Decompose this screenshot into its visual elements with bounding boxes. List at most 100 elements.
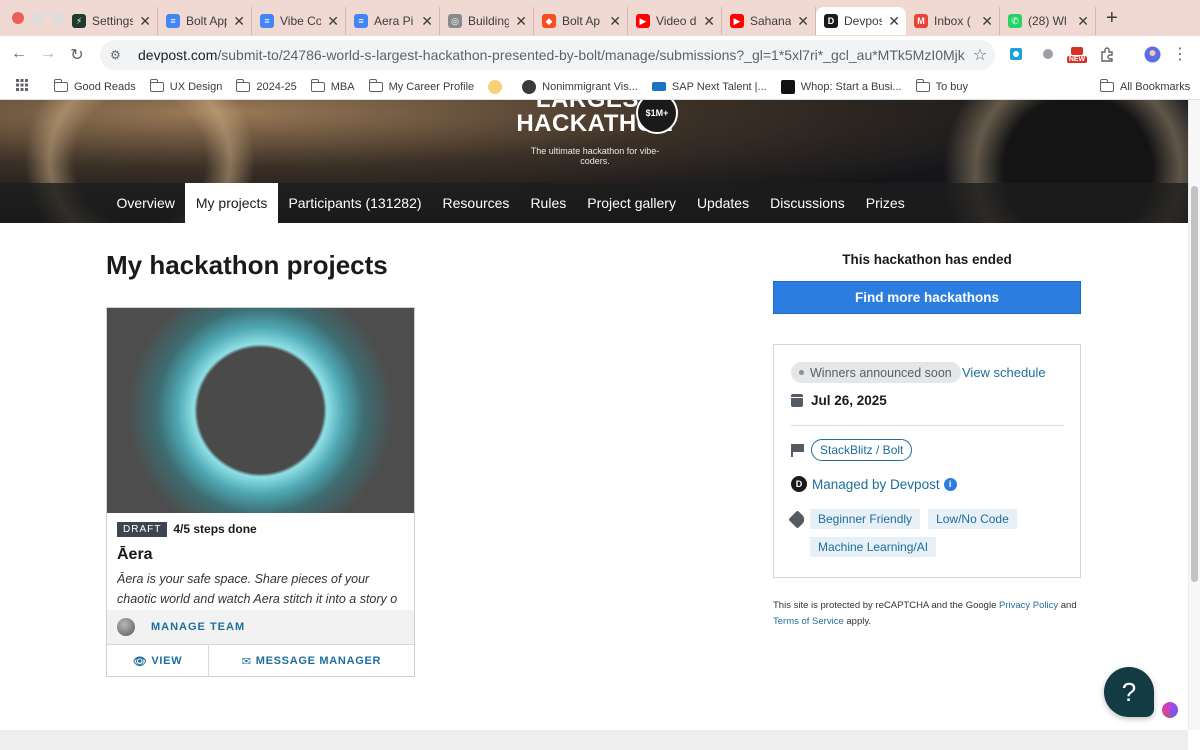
bookmark-star-icon[interactable]: ☆	[965, 45, 995, 65]
manage-team-link[interactable]: MANAGE TEAM	[151, 621, 245, 633]
address-bar[interactable]: ⚙ devpost.com/submit-to/24786-world-s-la…	[100, 40, 995, 70]
close-tab-icon[interactable]: ✕	[1077, 13, 1089, 30]
team-row: MANAGE TEAM	[107, 610, 414, 644]
close-tab-icon[interactable]: ✕	[139, 13, 151, 30]
bookmark-item[interactable]: Nonimmigrant Vis...	[522, 79, 638, 94]
close-tab-icon[interactable]: ✕	[515, 13, 527, 30]
page-title: My hackathon projects	[106, 250, 388, 280]
info-icon[interactable]: i	[943, 477, 957, 491]
forward-button[interactable]: →	[33, 45, 63, 63]
nav-tab[interactable]: Resources	[432, 183, 520, 223]
url-text[interactable]: devpost.com/submit-to/24786-world-s-larg…	[138, 47, 965, 63]
tab-title: (28) Wl	[1028, 14, 1067, 28]
tab-favicon-icon: ◎	[448, 14, 462, 28]
browser-tab[interactable]: ▶ Video d ✕	[628, 7, 722, 35]
extensions-puzzle-icon[interactable]	[1098, 44, 1116, 64]
help-chat-button[interactable]: ?	[1104, 667, 1154, 717]
minimize-window-button[interactable]	[32, 12, 44, 24]
divider	[791, 425, 1064, 426]
browser-tab[interactable]: M Inbox (✕	[906, 7, 1000, 35]
maximize-window-button[interactable]	[52, 12, 64, 24]
close-tab-icon[interactable]: ✕	[797, 13, 809, 30]
extension-icon[interactable]	[1008, 44, 1024, 64]
close-window-button[interactable]	[12, 12, 24, 24]
close-tab-icon[interactable]: ✕	[703, 13, 715, 30]
theme-tag[interactable]: Low/No Code	[928, 509, 1017, 529]
nav-tab[interactable]: Updates	[686, 183, 759, 223]
bookmark-label: Good Reads	[74, 80, 136, 93]
message-manager-button[interactable]: ✉ MESSAGE MANAGER	[209, 645, 414, 677]
apps-grid-icon[interactable]	[16, 79, 30, 94]
bookmark-item[interactable]	[488, 79, 508, 94]
managed-by-row: D Managed by Devpost i	[791, 476, 957, 492]
terms-of-service-link[interactable]: Terms of Service	[773, 616, 844, 627]
bookmark-item[interactable]: SAP Next Talent |...	[651, 81, 767, 93]
new-extension-icon[interactable]: NEW	[1064, 44, 1090, 64]
folder-icon	[310, 78, 325, 92]
close-tab-icon[interactable]: ✕	[421, 13, 433, 30]
bookmark-label: 2024-25	[256, 80, 297, 93]
folder-icon	[236, 78, 251, 92]
browser-tab[interactable]: ≡ Bolt App ✕	[158, 7, 252, 35]
window-controls	[0, 12, 64, 24]
reload-button[interactable]: ↻	[62, 45, 92, 65]
privacy-policy-link[interactable]: Privacy Policy	[999, 600, 1058, 611]
nav-tab[interactable]: Overview	[106, 183, 185, 223]
view-schedule-link[interactable]: View schedule	[962, 365, 1046, 380]
browser-tab[interactable]: ≡ Aera Pi ✕	[346, 7, 440, 35]
bookmark-item[interactable]: Good Reads	[54, 78, 136, 93]
host-link[interactable]: StackBlitz / Bolt	[811, 439, 913, 461]
nav-tab[interactable]: My projects	[185, 183, 278, 223]
tab-favicon-icon: D	[824, 14, 838, 28]
team-member-avatar[interactable]	[117, 618, 135, 636]
bookmark-item[interactable]: My Career Profile	[368, 78, 474, 93]
browser-tab[interactable]: ◆ Bolt Ap ✕	[534, 7, 628, 35]
nav-tab[interactable]: Project gallery	[577, 183, 687, 223]
theme-tag[interactable]: Beginner Friendly	[810, 509, 921, 529]
scrollbar-thumb[interactable]	[1191, 186, 1198, 582]
browser-menu-icon[interactable]: ⋮	[1172, 44, 1188, 64]
page-scrollbar[interactable]	[1188, 100, 1200, 730]
browser-tab[interactable]: ⚡ Settings ✕	[64, 7, 158, 35]
new-badge: NEW	[1066, 55, 1088, 63]
close-tab-icon[interactable]: ✕	[981, 13, 993, 30]
folder-icon	[149, 78, 164, 92]
close-tab-icon[interactable]: ✕	[233, 13, 245, 30]
bookmark-item[interactable]: 2024-25	[236, 78, 297, 93]
project-thumbnail[interactable]	[107, 308, 414, 513]
nav-tab[interactable]: Rules	[520, 183, 577, 223]
tab-favicon-icon: M	[914, 14, 928, 28]
view-project-button[interactable]: 👁 VIEW	[107, 645, 209, 677]
all-bookmarks-folder[interactable]: All Bookmarks	[1100, 79, 1190, 93]
browser-tab[interactable]: ≡ Vibe Co ✕	[252, 7, 346, 35]
assistant-extension-icon[interactable]	[1162, 702, 1178, 718]
bookmark-item[interactable]: Whop: Start a Busi...	[780, 79, 902, 94]
bookmark-item[interactable]: MBA	[310, 78, 355, 93]
nav-tab[interactable]: Prizes	[855, 183, 915, 223]
find-more-hackathons-button[interactable]: Find more hackathons	[773, 281, 1081, 314]
browser-tab[interactable]: D Devpos ✕	[816, 7, 906, 35]
bookmark-item[interactable]: To buy	[915, 78, 968, 93]
extension-puzzle-gray-icon[interactable]	[1040, 44, 1056, 64]
close-tab-icon[interactable]: ✕	[327, 13, 339, 30]
tag-icon	[788, 510, 807, 529]
nav-tab[interactable]: Discussions	[760, 183, 856, 223]
hackathon-info-box: Winners announced soon View schedule Jul…	[773, 344, 1081, 578]
close-tab-icon[interactable]: ✕	[609, 13, 621, 30]
bookmark-label: Nonimmigrant Vis...	[542, 80, 638, 93]
bookmark-label: To buy	[935, 80, 968, 93]
site-info-icon[interactable]: ⚙	[110, 48, 128, 62]
close-tab-icon[interactable]: ✕	[888, 13, 900, 30]
tab-favicon-icon: ≡	[260, 14, 274, 28]
project-name[interactable]: Āera	[117, 546, 404, 564]
nav-tab[interactable]: Participants (131282)	[278, 183, 432, 223]
browser-tab[interactable]: ◎ Building ✕	[440, 7, 534, 35]
back-button[interactable]: ←	[4, 45, 34, 63]
profile-avatar[interactable]	[1143, 44, 1161, 64]
browser-tab[interactable]: ✆ (28) Wl ✕	[1000, 7, 1096, 35]
browser-tab[interactable]: ▶ Sahana ✕	[722, 7, 816, 35]
new-tab-button[interactable]: +	[1106, 7, 1118, 30]
bookmark-item[interactable]: UX Design	[149, 78, 222, 93]
theme-tag[interactable]: Machine Learning/AI	[810, 537, 937, 557]
managed-by-link[interactable]: Managed by Devpost	[812, 477, 940, 492]
